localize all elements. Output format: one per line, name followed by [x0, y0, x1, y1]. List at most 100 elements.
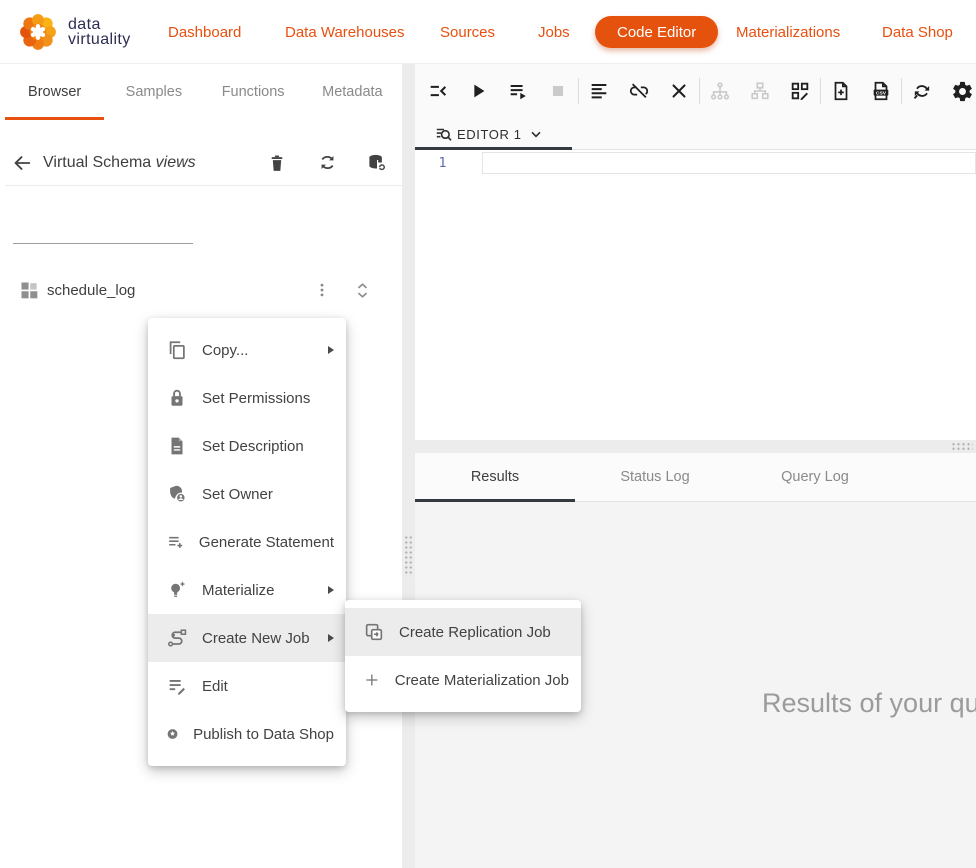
menu-item-label: Materialize: [202, 582, 328, 599]
menu-item-label: Set Description: [202, 438, 334, 455]
unlink-icon: [628, 80, 650, 102]
refresh-button[interactable]: [315, 151, 339, 175]
context-menu: Copy... Set Permissions Set Description: [148, 318, 346, 766]
chevron-down-icon[interactable]: [528, 126, 544, 142]
vertical-splitter: [402, 64, 415, 868]
search-replace-button[interactable]: [910, 79, 934, 103]
publish-star-icon: [166, 723, 179, 745]
table-grid-icon: [19, 280, 39, 300]
run-button[interactable]: [466, 79, 490, 103]
tab-query-log[interactable]: Query Log: [735, 453, 895, 501]
copy-icon: [166, 339, 188, 361]
close-button[interactable]: [667, 79, 691, 103]
nav-materializations[interactable]: Materializations: [736, 0, 840, 64]
menu-item-create-new-job[interactable]: Create New Job: [148, 614, 346, 662]
search-replace-icon: [911, 80, 933, 102]
line-number-gutter: 1: [415, 150, 482, 440]
horizontal-splitter: [415, 440, 976, 453]
vertical-splitter-handle[interactable]: [404, 535, 413, 575]
menu-item-generate-statement[interactable]: Generate Statement: [148, 518, 346, 566]
nav-data-shop[interactable]: Data Shop: [882, 0, 953, 64]
menu-item-publish-to-data-shop[interactable]: Publish to Data Shop: [148, 710, 346, 758]
menu-item-label: Create Replication Job: [399, 624, 569, 641]
editor-tab-bar: EDITOR 1: [415, 118, 976, 150]
svg-text:CSV: CSV: [876, 90, 887, 96]
sidebar-tabs: Browser Samples Functions Metadata: [5, 64, 402, 120]
menu-item-label: Publish to Data Shop: [193, 726, 334, 743]
lock-icon: [166, 387, 188, 409]
dependencies-tree-button: [708, 79, 732, 103]
settings-button[interactable]: [950, 79, 974, 103]
logo[interactable]: data virtuality: [16, 9, 131, 55]
description-icon: [166, 435, 188, 457]
search-input[interactable]: [19, 223, 200, 239]
tab-results[interactable]: Results: [415, 453, 575, 501]
nav-data-warehouses[interactable]: Data Warehouses: [285, 0, 405, 64]
back-button[interactable]: [10, 151, 34, 175]
tab-functions[interactable]: Functions: [204, 64, 303, 120]
tab-editor-1[interactable]: EDITOR 1: [415, 118, 544, 150]
run-script-button[interactable]: [506, 79, 530, 103]
unfold-icon: [353, 281, 372, 300]
unlink-button[interactable]: [627, 79, 651, 103]
nav-code-editor-active[interactable]: Code Editor: [595, 16, 718, 48]
delete-button[interactable]: [265, 151, 289, 175]
job-route-icon: [166, 627, 188, 649]
delete-icon: [267, 153, 287, 173]
export-csv-button[interactable]: CSV: [869, 79, 893, 103]
toolbar-divider: [901, 78, 902, 104]
editor-tab-label: EDITOR 1: [457, 127, 522, 142]
tree-item-label: schedule_log: [47, 282, 310, 299]
refresh-icon: [317, 152, 338, 173]
edit-mode-button[interactable]: [788, 79, 812, 103]
search-field[interactable]: [13, 210, 193, 244]
row-menu-button[interactable]: [310, 278, 334, 302]
results-tab-bar: Results Status Log Query Log: [415, 453, 976, 502]
submenu-arrow-icon: [328, 634, 334, 642]
run-play-icon: [467, 80, 489, 102]
menu-item-set-description[interactable]: Set Description: [148, 422, 346, 470]
app-window: data virtuality Dashboard Data Warehouse…: [0, 0, 976, 868]
dots-vertical-icon: [313, 281, 331, 299]
horizontal-splitter-handle[interactable]: [951, 442, 973, 451]
database-refresh-icon: [366, 152, 388, 174]
owner-icon: [166, 483, 188, 505]
dependencies-tree-icon: [709, 80, 731, 102]
menu-item-create-materialization-job[interactable]: Create Materialization Job: [345, 656, 581, 704]
schema-header: Virtual Schema views: [5, 140, 402, 186]
menu-item-label: Set Owner: [202, 486, 334, 503]
tab-status-log[interactable]: Status Log: [575, 453, 735, 501]
materialize-icon: [166, 579, 188, 601]
active-code-line[interactable]: [482, 152, 976, 174]
data-lineage-button: [748, 79, 772, 103]
hide-editor-list-button[interactable]: [426, 79, 450, 103]
nav-dashboard[interactable]: Dashboard: [168, 0, 241, 64]
stop-icon: [547, 80, 569, 102]
create-job-submenu: Create Replication Job Create Materializ…: [345, 600, 581, 712]
editor-toolbar: CSV: [415, 64, 976, 118]
code-editor-area[interactable]: 1: [415, 150, 976, 440]
replication-icon: [363, 621, 385, 643]
menu-item-create-replication-job[interactable]: Create Replication Job: [345, 608, 581, 656]
tab-browser[interactable]: Browser: [5, 64, 104, 120]
menu-item-copy[interactable]: Copy...: [148, 326, 346, 374]
new-file-button[interactable]: [829, 79, 853, 103]
nav-sources[interactable]: Sources: [440, 0, 495, 64]
toolbar-divider: [699, 78, 700, 104]
menu-item-materialize[interactable]: Materialize: [148, 566, 346, 614]
menu-item-edit[interactable]: Edit: [148, 662, 346, 710]
nav-jobs[interactable]: Jobs: [538, 0, 570, 64]
menu-item-set-owner[interactable]: Set Owner: [148, 470, 346, 518]
tab-metadata[interactable]: Metadata: [303, 64, 402, 120]
format-align-icon: [588, 80, 610, 102]
menu-item-label: Create Materialization Job: [395, 672, 569, 689]
menu-item-set-permissions[interactable]: Set Permissions: [148, 374, 346, 422]
reload-schema-button[interactable]: [365, 151, 389, 175]
menu-item-label: Edit: [202, 678, 334, 695]
tab-samples[interactable]: Samples: [104, 64, 203, 120]
format-button[interactable]: [587, 79, 611, 103]
expand-collapse-button[interactable]: [350, 278, 374, 302]
submenu-arrow-icon: [328, 586, 334, 594]
close-icon: [668, 80, 690, 102]
tree-item-schedule-log[interactable]: schedule_log: [5, 272, 402, 308]
